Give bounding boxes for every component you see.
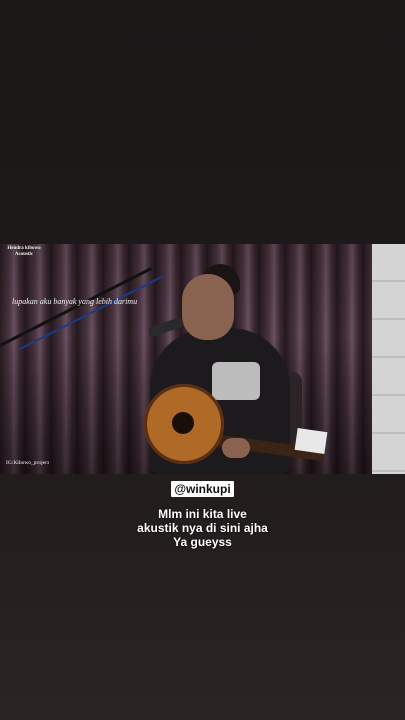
performer-head <box>182 274 234 340</box>
guitar-headstock <box>294 428 328 454</box>
channel-brand-watermark: Hendra kibowo Acoustic <box>2 246 46 258</box>
user-handle-link[interactable]: @winkupi <box>171 481 234 497</box>
mention-sticker: @winkupi <box>0 480 405 498</box>
post-caption: Mlm ini kita live akustik nya di sini aj… <box>0 507 405 549</box>
shirt-print <box>212 362 260 400</box>
caption-line: Mlm ini kita live <box>158 507 247 521</box>
brand-line-2: Acoustic <box>14 252 34 257</box>
caption-line: Ya gueyss <box>173 535 232 549</box>
guitar-soundhole <box>172 412 194 434</box>
caption-line: akustik nya di sini ajha <box>137 521 268 535</box>
performer-hand <box>222 438 250 458</box>
lyric-overlay: lupakan aku banyak yang lebih darimu <box>12 297 138 306</box>
acoustic-panel-wall <box>372 244 405 474</box>
video-frame[interactable] <box>0 244 405 474</box>
instagram-watermark: IG:Kibowo_project <box>6 460 50 466</box>
